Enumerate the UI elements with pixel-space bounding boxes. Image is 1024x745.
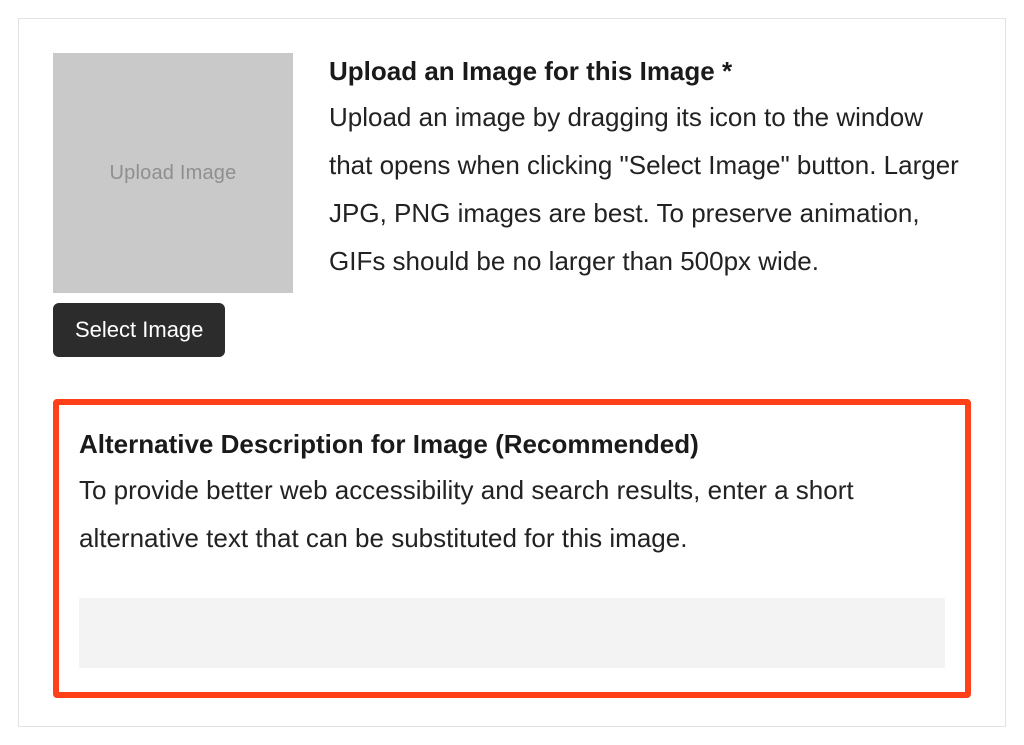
select-image-button[interactable]: Select Image [53, 303, 225, 357]
upload-field-description: Upload an image by dragging its icon to … [329, 93, 971, 285]
upload-row: Upload Image Select Image Upload an Imag… [53, 53, 971, 357]
alt-text-label: Alternative Description for Image (Recom… [79, 425, 945, 464]
upload-right-column: Upload an Image for this Image * Upload … [329, 53, 971, 285]
alt-text-section: Alternative Description for Image (Recom… [53, 399, 971, 698]
alt-text-input[interactable] [79, 598, 945, 668]
upload-field-label: Upload an Image for this Image * [329, 55, 971, 89]
upload-placeholder-text: Upload Image [110, 162, 237, 185]
upload-left-column: Upload Image Select Image [53, 53, 293, 357]
alt-text-description: To provide better web accessibility and … [79, 466, 945, 562]
image-upload-panel: Upload Image Select Image Upload an Imag… [18, 18, 1006, 727]
page-root: Upload Image Select Image Upload an Imag… [0, 0, 1024, 745]
upload-image-dropzone[interactable]: Upload Image [53, 53, 293, 293]
